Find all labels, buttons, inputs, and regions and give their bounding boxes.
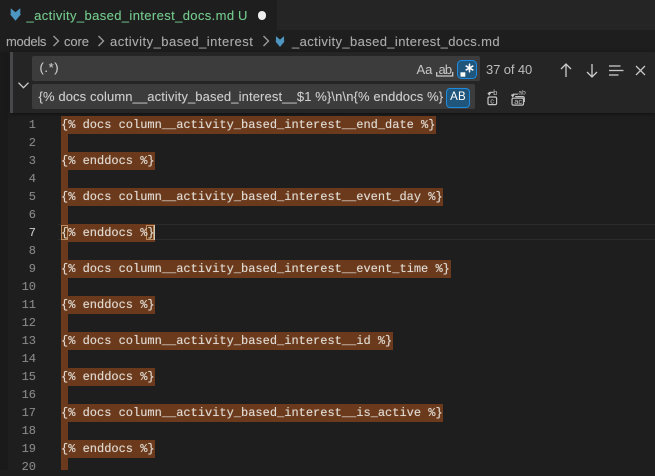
svg-text:c: c bbox=[490, 97, 494, 106]
svg-text:ab: ab bbox=[518, 90, 526, 97]
svg-text:ac: ac bbox=[514, 97, 522, 106]
